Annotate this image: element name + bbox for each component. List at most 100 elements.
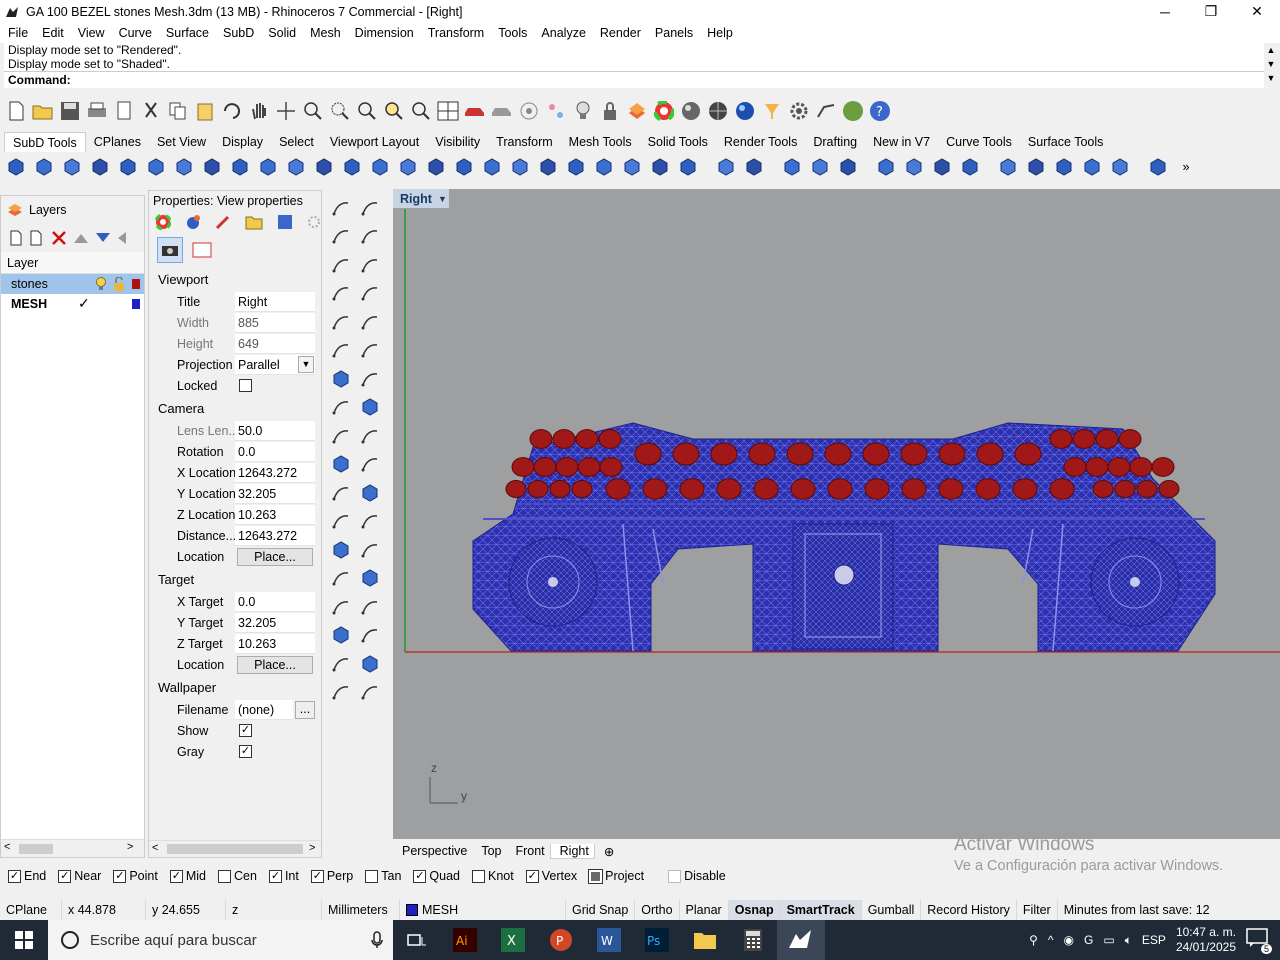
clock[interactable]: 10:47 a. m. 24/01/2025 xyxy=(1176,925,1236,955)
subd-pen-icon[interactable] xyxy=(742,155,766,179)
split-icon[interactable] xyxy=(360,540,380,563)
command-scrollbar[interactable]: ▲ ▼ ▼ xyxy=(1264,43,1278,88)
distance-field[interactable]: 12643.272 xyxy=(235,525,315,546)
osnap-quad[interactable]: ✓ Quad xyxy=(409,869,460,883)
render-sphere-icon[interactable] xyxy=(733,99,757,123)
osnap-checkbox[interactable] xyxy=(472,869,485,883)
rotate-view-icon[interactable] xyxy=(274,99,298,123)
new-sublayer-icon[interactable] xyxy=(29,230,45,246)
zoom-selected-icon[interactable] xyxy=(382,99,406,123)
projection-select[interactable]: Parallel ▼ xyxy=(235,354,315,375)
arc-icon[interactable] xyxy=(360,312,380,335)
stone[interactable] xyxy=(753,478,779,500)
taskbar-search-box[interactable]: Escribe aquí para buscar xyxy=(48,920,393,960)
tape-icon[interactable] xyxy=(360,568,380,591)
osnap-checkbox[interactable]: ✓ xyxy=(58,869,72,883)
scroll-left-icon[interactable]: < xyxy=(152,842,158,854)
stone[interactable] xyxy=(505,480,527,498)
close-button[interactable]: ✕ xyxy=(1234,0,1280,23)
bend-icon[interactable] xyxy=(331,654,351,677)
subd-pipe-icon[interactable] xyxy=(200,155,224,179)
subd-sphere-icon[interactable] xyxy=(1052,155,1076,179)
select-filter-icon[interactable] xyxy=(760,99,784,123)
stone[interactable] xyxy=(549,480,571,498)
browse-button[interactable]: ... xyxy=(295,700,315,719)
undo-view-icon[interactable] xyxy=(409,99,433,123)
polyline-icon[interactable] xyxy=(331,226,351,249)
tab-transform[interactable]: Transform xyxy=(488,132,561,152)
grasshopper-icon[interactable] xyxy=(814,99,838,123)
cylinder-icon[interactable] xyxy=(331,397,351,420)
rectangle-icon[interactable] xyxy=(360,283,380,306)
menu-curve[interactable]: Curve xyxy=(111,26,158,40)
viewport-layout-icon[interactable] xyxy=(436,99,460,123)
menu-view[interactable]: View xyxy=(70,26,111,40)
stone[interactable] xyxy=(1129,457,1153,477)
stone[interactable] xyxy=(1072,429,1096,449)
shaded-sphere-icon[interactable] xyxy=(679,99,703,123)
menu-dimension[interactable]: Dimension xyxy=(347,26,420,40)
subd-list-icon[interactable] xyxy=(902,155,926,179)
osnap-checkbox[interactable]: ✓ xyxy=(413,869,427,883)
stone[interactable] xyxy=(790,478,816,500)
tab-solid-tools[interactable]: Solid Tools xyxy=(640,132,716,152)
osnap-tan[interactable]: Tan xyxy=(361,869,401,883)
stone[interactable] xyxy=(634,442,662,466)
subd-flag-icon[interactable] xyxy=(808,155,832,179)
more-chevron-icon[interactable]: » xyxy=(1174,155,1198,179)
subd-tri-icon[interactable] xyxy=(284,155,308,179)
print-icon[interactable] xyxy=(85,99,109,123)
volume-icon[interactable]: 🔈︎ xyxy=(1125,933,1132,948)
stone[interactable] xyxy=(786,442,814,466)
named-view-icon[interactable] xyxy=(490,99,514,123)
microphone-icon[interactable] xyxy=(371,931,383,949)
stone[interactable] xyxy=(1107,457,1131,477)
gumball-toggle[interactable]: Gumball xyxy=(862,900,922,920)
menu-panels[interactable]: Panels xyxy=(647,26,699,40)
new-layer-icon[interactable] xyxy=(9,230,23,246)
subd-box-icon[interactable] xyxy=(424,155,448,179)
z-target-field[interactable]: 10.263 xyxy=(235,633,315,654)
word-icon[interactable]: W xyxy=(585,920,633,960)
snapshot-icon[interactable] xyxy=(544,99,568,123)
layers-hscrollbar[interactable]: < > xyxy=(1,839,144,857)
trim-split-icon[interactable] xyxy=(360,483,380,506)
stone[interactable] xyxy=(529,429,553,449)
osnap-checkbox[interactable] xyxy=(588,868,604,884)
units-indicator[interactable]: Millimeters xyxy=(322,900,400,920)
texture-icon[interactable] xyxy=(277,214,293,230)
stone[interactable] xyxy=(577,457,601,477)
surface-loft-icon[interactable] xyxy=(331,340,351,363)
stone[interactable] xyxy=(900,442,928,466)
curve-offset-icon[interactable] xyxy=(331,511,351,534)
command-input[interactable]: Command: xyxy=(4,71,1264,88)
stone[interactable] xyxy=(1063,457,1087,477)
stone[interactable] xyxy=(1158,480,1180,498)
osnap-checkbox[interactable]: ✓ xyxy=(525,869,539,883)
arc-circle-icon[interactable] xyxy=(360,255,380,278)
subd-mesh-icon[interactable] xyxy=(874,155,898,179)
subd-curve-icon[interactable] xyxy=(312,155,336,179)
solid-union-icon[interactable] xyxy=(360,369,380,392)
osnap-point[interactable]: ✓ Point xyxy=(109,869,158,883)
tab-select[interactable]: Select xyxy=(271,132,322,152)
osnap-checkbox[interactable]: ✓ xyxy=(169,869,183,883)
properties-hscrollbar[interactable]: < > xyxy=(149,840,321,857)
stone[interactable] xyxy=(1136,480,1158,498)
title-field[interactable]: Right xyxy=(235,291,315,312)
stone[interactable] xyxy=(938,478,964,500)
current-layer-indicator[interactable]: MESH xyxy=(400,900,566,920)
box-solid-icon[interactable] xyxy=(331,369,351,392)
scroll-right-icon[interactable]: > xyxy=(309,842,315,854)
subd-ring-icon[interactable] xyxy=(1146,155,1170,179)
ortho-toggle[interactable]: Ortho xyxy=(635,900,680,920)
osnap-checkbox[interactable]: ✓ xyxy=(268,869,282,883)
task-view-icon[interactable] xyxy=(393,920,441,960)
planar-toggle[interactable]: Planar xyxy=(680,900,729,920)
viewport-menu-chevron-icon[interactable]: ▼ xyxy=(438,194,447,204)
tab-render-tools[interactable]: Render Tools xyxy=(716,132,805,152)
rotation-field[interactable]: 0.0 xyxy=(235,441,315,462)
rendered-sphere-icon[interactable] xyxy=(706,99,730,123)
subd-cube-icon[interactable] xyxy=(996,155,1020,179)
stone[interactable] xyxy=(555,457,579,477)
